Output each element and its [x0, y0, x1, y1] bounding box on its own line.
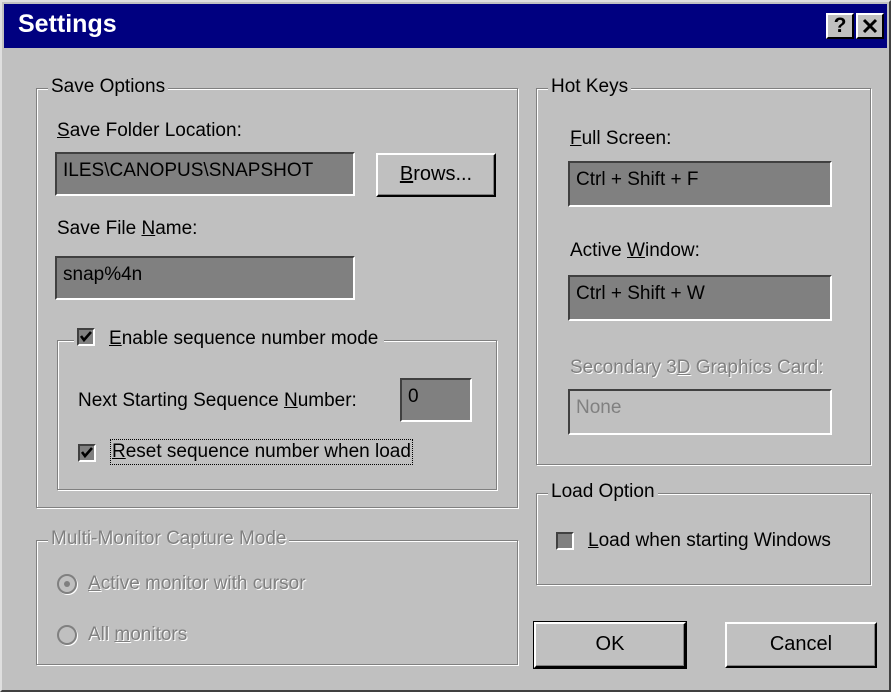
- enable-sequence-checkbox-row[interactable]: Enable sequence number mode: [74, 328, 385, 350]
- checkmark-icon: [79, 331, 92, 343]
- title-bar[interactable]: Settings ?: [4, 4, 887, 48]
- save-folder-input[interactable]: ILES\CANOPUS\SNAPSHOT: [55, 152, 355, 196]
- full-screen-label: Full Screen:: [570, 128, 672, 149]
- save-options-legend: Save Options: [48, 76, 169, 98]
- checkmark-icon: [80, 447, 93, 459]
- reset-sequence-checkbox[interactable]: [78, 444, 96, 462]
- active-window-hotkey-input[interactable]: Ctrl + Shift + W: [568, 275, 832, 321]
- hot-keys-legend: Hot Keys: [548, 76, 632, 98]
- load-option-legend: Load Option: [548, 481, 658, 503]
- enable-sequence-checkbox[interactable]: [77, 328, 95, 346]
- load-on-start-label: Load when starting Windows: [588, 530, 831, 551]
- ok-button[interactable]: OK: [533, 621, 687, 669]
- browse-button[interactable]: Brows...: [376, 153, 496, 197]
- reset-sequence-label[interactable]: Reset sequence number when load: [110, 439, 413, 465]
- window-title: Settings: [18, 10, 117, 38]
- active-window-label: Active Window:: [570, 240, 700, 261]
- radio-active-monitor[interactable]: [57, 574, 77, 594]
- close-button[interactable]: [856, 13, 884, 39]
- next-sequence-label: Next Starting Sequence Number:: [78, 390, 357, 411]
- help-button[interactable]: ?: [826, 13, 854, 39]
- close-icon: [862, 18, 878, 34]
- save-file-name-label: Save File Name:: [57, 218, 198, 239]
- save-folder-label: Save Folder Location:: [57, 120, 242, 141]
- save-file-name-input[interactable]: snap%4n: [55, 256, 355, 300]
- radio-selected-dot: [64, 581, 70, 587]
- secondary-graphics-label: Secondary 3D Graphics Card:: [570, 357, 824, 378]
- cancel-button[interactable]: Cancel: [725, 622, 877, 668]
- multi-monitor-legend: Multi-Monitor Capture Mode: [48, 528, 290, 550]
- load-on-start-checkbox[interactable]: [556, 532, 574, 550]
- full-screen-hotkey-input[interactable]: Ctrl + Shift + F: [568, 161, 832, 207]
- radio-all-monitors[interactable]: [57, 625, 77, 645]
- next-sequence-input[interactable]: 0: [400, 378, 472, 422]
- all-monitors-label: All monitors: [88, 624, 188, 645]
- multi-monitor-group: [36, 540, 518, 665]
- active-monitor-label: Active monitor with cursor: [88, 573, 306, 594]
- secondary-graphics-input[interactable]: None: [568, 389, 832, 435]
